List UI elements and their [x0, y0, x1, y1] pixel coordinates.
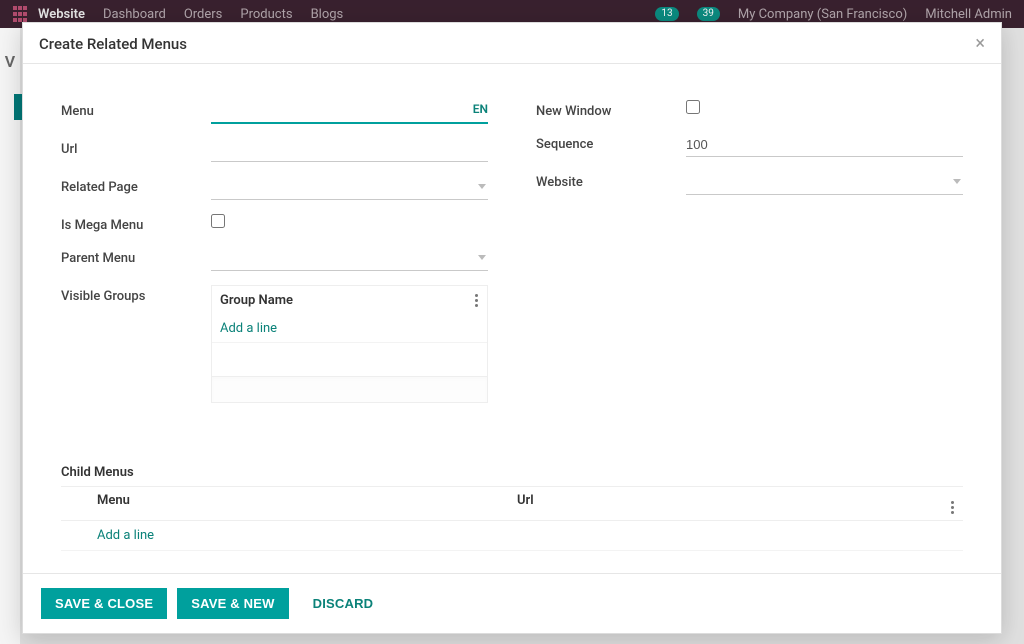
save-and-close-button[interactable]: SAVE & CLOSE	[41, 588, 167, 619]
left-column: Menu EN Url Related Page	[61, 100, 488, 417]
discard-button[interactable]: DISCARD	[299, 588, 388, 619]
lang-tag[interactable]: EN	[473, 102, 488, 116]
url-input[interactable]	[211, 138, 488, 162]
page-left-strip: V	[0, 28, 20, 644]
modal-title: Create Related Menus	[39, 35, 187, 53]
url-label: Url	[61, 138, 211, 157]
modal-footer: SAVE & CLOSE SAVE & NEW DISCARD	[23, 573, 1001, 633]
menu-input[interactable]	[211, 100, 488, 124]
child-col-menu-header: Menu	[97, 493, 517, 514]
parent-menu-label: Parent Menu	[61, 247, 211, 266]
child-menus-table: Menu Url Add a line	[61, 486, 963, 573]
visible-groups-label: Visible Groups	[61, 285, 211, 304]
save-and-new-button[interactable]: SAVE & NEW	[177, 588, 288, 619]
page-left-letter: V	[5, 52, 15, 71]
parent-menu-select[interactable]	[211, 247, 488, 271]
related-page-label: Related Page	[61, 176, 211, 195]
related-page-select[interactable]	[211, 176, 488, 200]
groups-table-footer	[212, 376, 487, 402]
modal-header: Create Related Menus ×	[23, 23, 1001, 64]
sequence-label: Sequence	[536, 133, 686, 152]
right-column: New Window Sequence Website	[536, 100, 963, 417]
child-col-url-header: Url	[517, 493, 951, 514]
is-mega-menu-label: Is Mega Menu	[61, 214, 211, 233]
visible-groups-table: Group Name Add a line	[211, 285, 488, 403]
sequence-input[interactable]	[686, 133, 963, 157]
new-window-label: New Window	[536, 100, 686, 119]
create-related-menus-modal: Create Related Menus × Menu EN Url	[22, 22, 1002, 634]
add-a-line-child[interactable]: Add a line	[97, 528, 154, 543]
new-window-checkbox[interactable]	[686, 100, 700, 114]
website-select[interactable]	[686, 171, 963, 195]
kebab-icon[interactable]	[475, 294, 479, 307]
table-row	[61, 551, 963, 573]
kebab-icon[interactable]	[951, 501, 955, 514]
add-a-line-groups[interactable]: Add a line	[220, 321, 277, 336]
website-label: Website	[536, 171, 686, 190]
group-name-header: Group Name	[220, 293, 293, 308]
child-menus-title: Child Menus	[61, 465, 963, 480]
close-icon[interactable]: ×	[975, 35, 985, 53]
table-row	[212, 342, 487, 376]
menu-label: Menu	[61, 100, 211, 119]
modal-body: Menu EN Url Related Page	[23, 64, 1001, 573]
is-mega-menu-checkbox[interactable]	[211, 214, 225, 228]
